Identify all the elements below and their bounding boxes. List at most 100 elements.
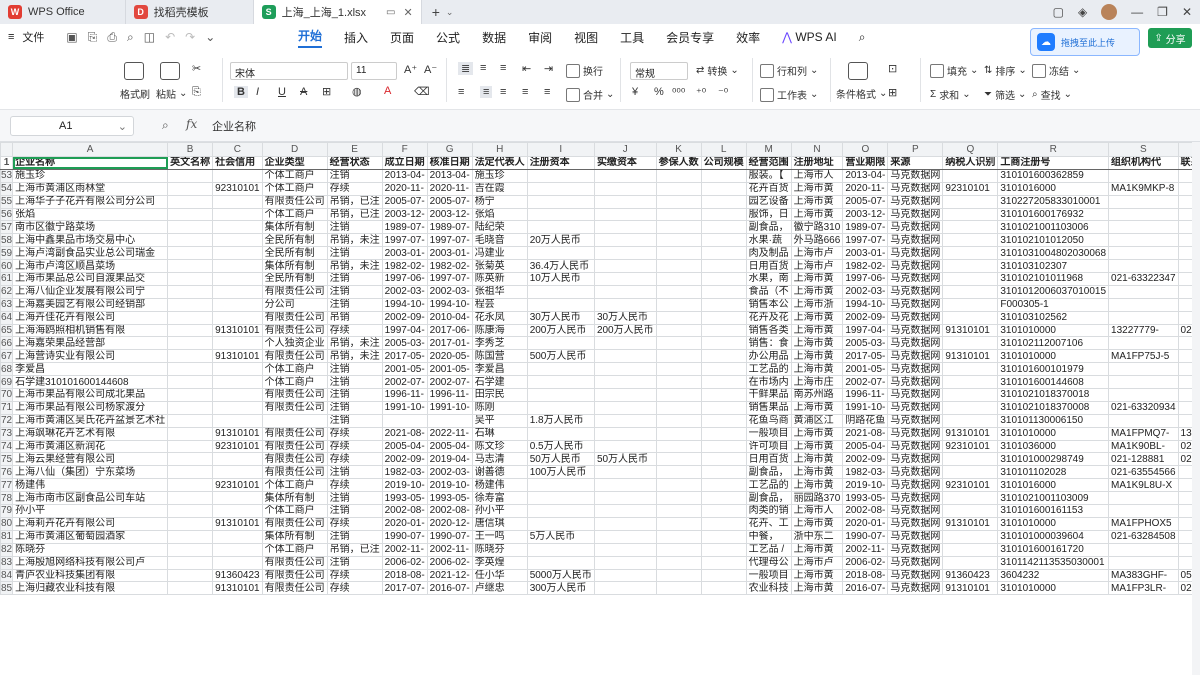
cell[interactable]: 注销 (326, 284, 383, 299)
cell[interactable] (700, 439, 747, 454)
cell[interactable]: 2003-01- (381, 246, 428, 261)
cell[interactable] (655, 388, 702, 402)
cell[interactable]: 上海市黄 (790, 194, 844, 209)
cell[interactable] (700, 259, 747, 274)
cell[interactable]: 吊销 (326, 310, 383, 325)
cell[interactable]: 2016-07- (426, 581, 473, 596)
cell[interactable]: 3101016000 (997, 181, 1110, 196)
cell[interactable]: 92310101 (942, 478, 999, 493)
cell[interactable]: 干鲜果品 (745, 388, 792, 402)
cell[interactable]: 0.5万人民币 (526, 439, 595, 454)
header-cell[interactable]: 参保人数 (655, 156, 702, 170)
cell[interactable] (167, 220, 214, 235)
cell[interactable]: 销售果品 (745, 400, 792, 415)
cell[interactable] (167, 336, 214, 351)
cell[interactable]: 1993-05- (381, 491, 428, 506)
cell[interactable]: 注销 (326, 220, 383, 235)
cell[interactable]: 工艺品的 (745, 478, 792, 493)
cell[interactable]: 1982-02- (842, 259, 889, 274)
tab-data[interactable]: 数据 (482, 29, 506, 46)
cell[interactable]: 吊销，已注 (326, 194, 383, 209)
cell[interactable]: 有限责任公司 (261, 426, 328, 441)
cell[interactable]: 马克数据网 (887, 465, 944, 480)
cell[interactable] (212, 259, 263, 274)
cell[interactable]: 花卉百货 (745, 181, 792, 196)
cell[interactable]: 马克数据网 (887, 426, 944, 441)
cell[interactable]: 2017-05- (381, 349, 428, 364)
cell[interactable] (942, 336, 999, 351)
cell[interactable]: 个体工商户 (261, 168, 328, 183)
row-header[interactable]: 69 (0, 375, 14, 390)
cell[interactable]: 张焰 (12, 207, 169, 222)
cell[interactable] (212, 465, 263, 480)
cell[interactable]: 91310101 (942, 581, 999, 596)
cell[interactable]: 1997-07- (426, 233, 473, 248)
cell[interactable]: 2013-04- (381, 168, 428, 183)
cell[interactable] (1108, 362, 1179, 377)
cell[interactable]: 上海市果品总公司自渡果品交 (12, 272, 169, 286)
window-layout-icon[interactable]: ▢ (1053, 5, 1064, 19)
cell[interactable]: 2017-07- (381, 581, 428, 596)
row-header[interactable]: 83 (0, 555, 14, 570)
copy-icon[interactable]: ⎘ (192, 86, 201, 99)
cell[interactable]: 花卉及花 (745, 310, 792, 325)
cell[interactable] (942, 362, 999, 377)
cell[interactable] (593, 426, 657, 441)
cell[interactable] (655, 568, 702, 583)
cell[interactable]: 个体工商户 (261, 504, 328, 518)
cell[interactable]: 有限责任公司 (261, 555, 328, 570)
align-bottom-icon[interactable]: ≡ (500, 62, 506, 74)
cell[interactable]: 注销 (326, 297, 383, 312)
cell[interactable] (212, 310, 263, 325)
cell[interactable]: 上海市黄 (790, 336, 844, 351)
cell[interactable] (655, 207, 702, 222)
cell[interactable] (1108, 542, 1179, 557)
cell[interactable]: 肉及制品 (745, 246, 792, 261)
upload-drop-zone[interactable]: ☁ 拖拽至此上传 (1030, 28, 1140, 56)
cell[interactable] (700, 413, 747, 428)
cell[interactable]: 张祖华 (471, 284, 528, 299)
cell[interactable]: 2003-01- (842, 246, 889, 261)
select-all-corner[interactable] (0, 142, 14, 157)
cell[interactable]: 销售：食 (745, 336, 792, 351)
cell[interactable] (1108, 375, 1179, 390)
cell[interactable] (593, 504, 657, 518)
cell[interactable] (593, 568, 657, 583)
cell[interactable]: 马克数据网 (887, 581, 944, 596)
cell[interactable]: 上海市黄 (790, 439, 844, 454)
cell[interactable] (593, 516, 657, 531)
cell[interactable] (655, 336, 702, 351)
cell[interactable] (593, 207, 657, 222)
cell[interactable]: 有限责任公司 (261, 581, 328, 596)
cell[interactable] (1108, 388, 1179, 402)
row-header[interactable]: 74 (0, 439, 14, 454)
cell[interactable] (942, 504, 999, 518)
cell[interactable]: 2002-11- (842, 542, 889, 557)
cell[interactable] (593, 581, 657, 596)
cell[interactable] (942, 465, 999, 480)
function-icon[interactable]: fx (186, 117, 197, 131)
cell[interactable]: 有限责任公司 (261, 400, 328, 415)
cell[interactable]: 3101010000 (997, 323, 1110, 338)
cell[interactable] (1108, 336, 1179, 351)
cell[interactable] (942, 297, 999, 312)
cell[interactable]: 马克数据网 (887, 272, 944, 286)
cell[interactable]: 上海中鑫果品市场交易中心 (12, 233, 169, 248)
cell[interactable] (655, 194, 702, 209)
cell[interactable]: 2016-07- (842, 581, 889, 596)
cell[interactable]: 2017-05- (842, 349, 889, 364)
cell[interactable]: 2002-09- (381, 452, 428, 467)
formula-input[interactable]: 企业名称 (212, 118, 256, 134)
format-painter-button[interactable]: 格式刷 (120, 86, 150, 101)
cell[interactable]: 马克数据网 (887, 478, 944, 493)
cell[interactable]: 注销 (326, 529, 383, 544)
cell[interactable]: 2006-02- (842, 555, 889, 570)
cell[interactable]: 日用百货 (745, 259, 792, 274)
cell[interactable] (942, 259, 999, 274)
cell[interactable] (212, 491, 263, 506)
cell[interactable]: 马克数据网 (887, 246, 944, 261)
cell[interactable] (593, 297, 657, 312)
cell[interactable]: 上海八仙（集团）宁东菜场 (12, 465, 169, 480)
cell[interactable]: 上海嘉美园艺有限公司经销部 (12, 297, 169, 312)
merge-cells-button[interactable]: 合并 ⌄ (566, 87, 614, 102)
